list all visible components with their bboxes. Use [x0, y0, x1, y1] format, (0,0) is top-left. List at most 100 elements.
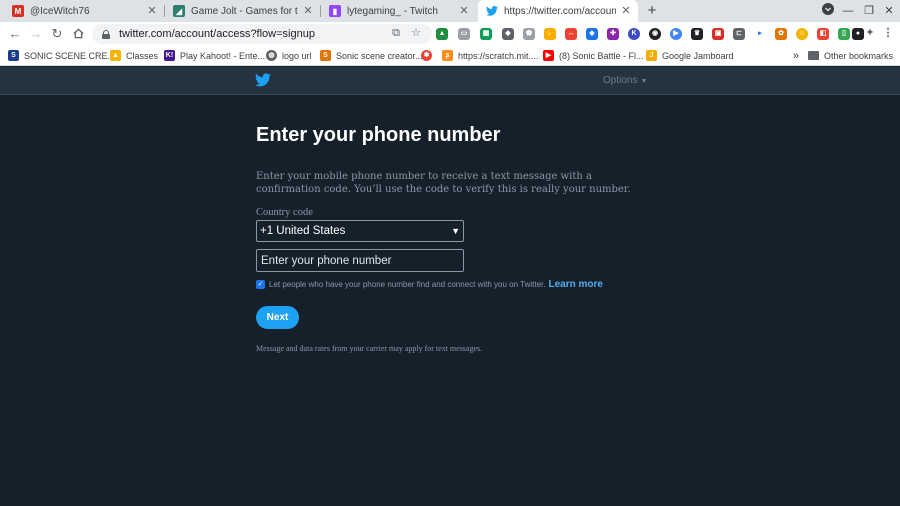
restore-icon[interactable]: ❐ [861, 3, 877, 19]
puzzle-ext-icon[interactable]: ◆ [502, 28, 514, 40]
bookmark-label: Google Jamboard [662, 50, 734, 61]
twitter-bird-icon[interactable] [255, 73, 271, 87]
rates-note: Message and data rates from your carrier… [256, 344, 483, 353]
phone-number-input[interactable] [256, 249, 464, 272]
other-bookmarks[interactable]: Other bookmarks [808, 48, 893, 63]
tab-strip: M @IceWitch76 ✕ ◢ Game Jolt - Games for … [0, 0, 900, 22]
more-menu-icon[interactable]: ⋮ [881, 26, 895, 40]
globe-icon: ◍ [266, 50, 277, 61]
options-label: Options [603, 75, 638, 86]
close-icon[interactable]: ✕ [146, 5, 158, 17]
arrows-ext-icon[interactable]: ↔ [565, 28, 577, 40]
caret-down-icon: ▼ [640, 78, 648, 85]
tab-twitch[interactable]: ▮ lytegaming_ - Twitch ✕ [321, 0, 476, 22]
bookmark-logo-url[interactable]: ◍ logo url [266, 48, 312, 63]
twitter-header: Options ▼ [0, 67, 900, 95]
sonic-icon: S [8, 50, 19, 61]
options-menu[interactable]: Options ▼ [603, 75, 647, 86]
country-code-select[interactable]: +1 United States ▼ [256, 220, 464, 242]
twitter-icon [486, 5, 498, 17]
bookmark-label: Other bookmarks [824, 50, 894, 61]
shield-ext-icon[interactable]: ⬟ [523, 28, 535, 40]
back-icon[interactable]: ← [6, 25, 24, 43]
tab-title: https://twitter.com/account/acc [504, 5, 616, 17]
extensions-icon[interactable]: ✦ [863, 26, 877, 40]
bookmark-kahoot[interactable]: K! Play Kahoot! - Ente... [164, 48, 265, 63]
cast-ext-icon[interactable]: ⊏ [733, 28, 745, 40]
k-ext-icon[interactable]: K [628, 28, 640, 40]
tab-title: Game Jolt - Games for the love o [191, 5, 298, 17]
forward-icon[interactable]: → [27, 25, 45, 43]
home-icon[interactable] [69, 25, 87, 43]
crown-ext-icon[interactable]: ♛ [691, 28, 703, 40]
address-bar[interactable]: twitter.com/account/access?flow=signup [92, 24, 432, 44]
close-icon[interactable]: ✕ [458, 5, 470, 17]
gamejolt-icon: ◢ [173, 5, 185, 17]
bookmark-ext-icon[interactable]: ◧ [817, 28, 829, 40]
youtube-icon: ▶ [543, 50, 554, 61]
bookmarks-bar: S SONIC SCENE CRE... ▲ Classes K! Play K… [0, 45, 900, 66]
circle-ext-icon[interactable]: ◉ [649, 28, 661, 40]
country-code-value: +1 United States [260, 225, 346, 237]
lock-icon [102, 29, 110, 39]
bookmark-star-icon[interactable]: ☆ [409, 26, 423, 40]
video-ext-icon[interactable]: ▣ [712, 28, 724, 40]
gmail-icon: M [12, 5, 24, 17]
discoverability-consent: ✓ Let people who have your phone number … [256, 279, 603, 290]
description-text: Enter your mobile phone number to receiv… [256, 171, 631, 195]
pinwheel-icon: ✱ [421, 50, 432, 61]
smiley-ext-icon[interactable]: ☺ [796, 28, 808, 40]
bookmark-scratch[interactable]: ʂ https://scratch.mit.... [442, 48, 539, 63]
bookmark-sonic-battle[interactable]: ▶ (8) Sonic Battle - Fl... [543, 48, 644, 63]
classroom-ext-icon[interactable]: ▲ [436, 28, 448, 40]
country-code-label: Country code [256, 207, 313, 218]
slides-ext-icon[interactable]: ▭ [458, 28, 470, 40]
cursor-ext-icon[interactable]: ▸ [754, 28, 766, 40]
reload-icon[interactable]: ↻ [48, 25, 66, 43]
new-tab-button[interactable]: + [643, 2, 661, 20]
tab-title: @IceWitch76 [30, 5, 90, 17]
diamond-ext-icon[interactable]: ◈ [586, 28, 598, 40]
bookmark-label: https://scratch.mit.... [458, 50, 539, 61]
consent-text: Let people who have your phone number fi… [269, 280, 546, 289]
close-icon[interactable]: ✕ [620, 5, 632, 17]
folder-icon [808, 51, 819, 60]
tab-search-icon[interactable] [820, 3, 836, 19]
bookmark-pinwheel[interactable]: ✱ [421, 48, 437, 63]
close-icon[interactable]: ✕ [302, 5, 314, 17]
bookmark-classes[interactable]: ▲ Classes [110, 48, 158, 63]
address-url: twitter.com/account/access?flow=signup [119, 28, 315, 40]
paw-ext-icon[interactable]: ✿ [775, 28, 787, 40]
tab-title: lytegaming_ - Twitch [347, 5, 438, 17]
bookmark-label: (8) Sonic Battle - Fl... [559, 50, 644, 61]
browser-toolbar: ← → ↻ twitter.com/account/access?flow=si… [0, 22, 900, 45]
kahoot-icon: K! [164, 50, 175, 61]
bookmark-sonic-creator[interactable]: S Sonic scene creator... [320, 48, 423, 63]
consent-checkbox[interactable]: ✓ [256, 280, 265, 289]
bookmark-label: Classes [126, 50, 159, 61]
tab-icewitch[interactable]: M @IceWitch76 ✕ [4, 0, 164, 22]
bookmark-label: logo url [282, 50, 312, 61]
sheets-ext-icon[interactable]: ▦ [480, 28, 492, 40]
hand-ext-icon[interactable]: ✋ [544, 28, 556, 40]
bookmark-label: Play Kahoot! - Ente... [180, 50, 266, 61]
minimize-icon[interactable]: — [840, 3, 856, 19]
play-ext-icon[interactable]: ▶ [670, 28, 682, 40]
bookmark-label: SONIC SCENE CRE... [24, 50, 116, 61]
chevron-down-icon: ▼ [451, 226, 460, 236]
page-title: Enter your phone number [256, 124, 501, 146]
page-ext-icon[interactable]: ▯ [838, 28, 850, 40]
scratch-icon: ʂ [442, 50, 453, 61]
tab-gamejolt[interactable]: ◢ Game Jolt - Games for the love o ✕ [165, 0, 320, 22]
tab-twitter[interactable]: https://twitter.com/account/acc ✕ [478, 0, 638, 22]
puzzle-purple-ext-icon[interactable]: ✚ [607, 28, 619, 40]
classroom-icon: ▲ [110, 50, 121, 61]
next-button[interactable]: Next [256, 306, 299, 329]
close-window-icon[interactable]: ✕ [881, 3, 897, 19]
bookmark-sonic-scene[interactable]: S SONIC SCENE CRE... [8, 48, 115, 63]
bookmarks-overflow-button[interactable]: » [793, 48, 799, 63]
learn-more-link[interactable]: Learn more [548, 279, 602, 290]
bookmark-label: Sonic scene creator... [336, 50, 423, 61]
open-in-icon[interactable]: ⧉ [389, 26, 403, 40]
bookmark-jamboard[interactable]: J Google Jamboard [646, 48, 734, 63]
